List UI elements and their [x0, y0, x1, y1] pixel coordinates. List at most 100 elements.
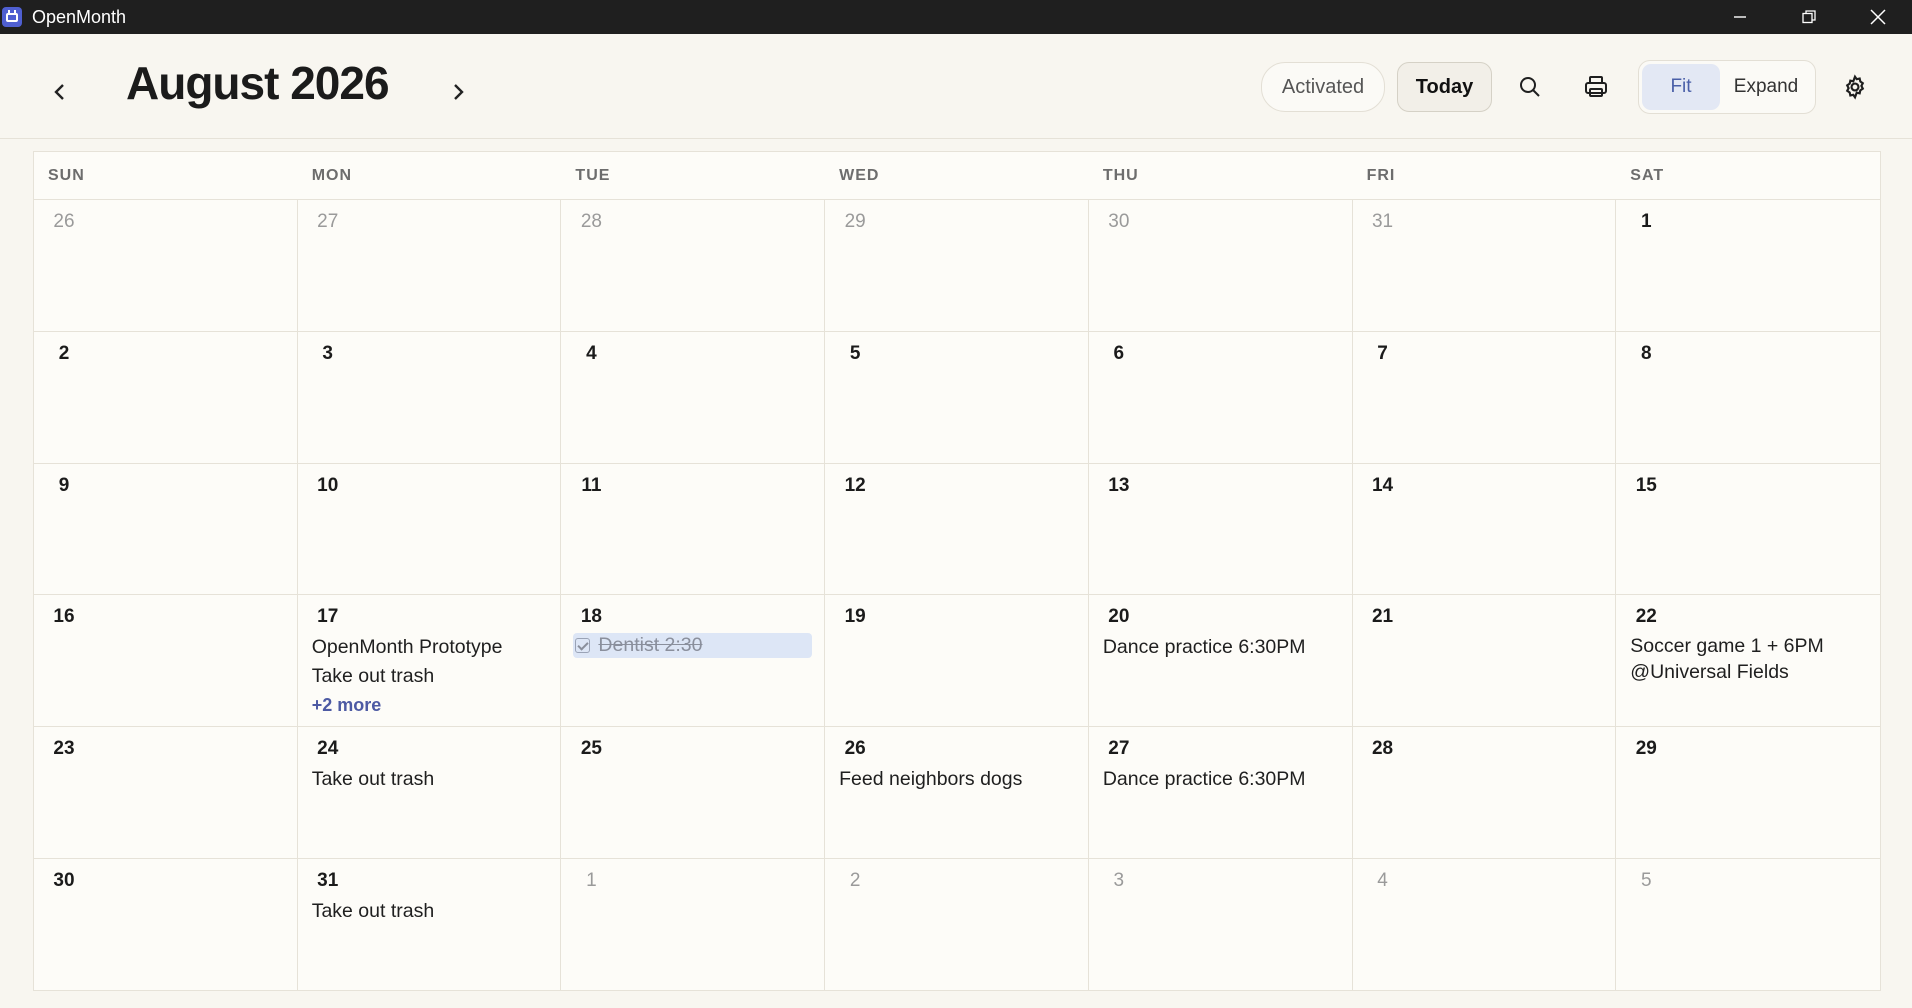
window-controls	[1705, 0, 1912, 34]
weekday-label: SAT	[1630, 166, 1665, 184]
search-button[interactable]	[1505, 62, 1555, 112]
event-list: Dentist 2:30	[573, 633, 813, 659]
day-cell[interactable]: 26 Feed neighbors dogs	[825, 727, 1089, 859]
event-list: Dance practice 6:30PM	[1101, 765, 1340, 794]
day-cell[interactable]: 2	[34, 331, 298, 463]
day-number: 4	[586, 342, 597, 364]
day-cell[interactable]: 8	[1616, 332, 1880, 463]
day-cell[interactable]: 10	[298, 463, 562, 595]
event-title: Soccer game 1 + 6PM @Universal Fields	[1630, 635, 1824, 684]
day-cell[interactable]: 3	[298, 331, 562, 463]
day-number: 18	[580, 606, 602, 628]
event-item[interactable]: Take out trash	[310, 765, 549, 794]
day-cell[interactable]: 30	[34, 859, 298, 991]
next-month-button[interactable]	[428, 62, 488, 122]
day-cell[interactable]: 3	[1089, 859, 1353, 991]
day-cell[interactable]: 31	[1353, 200, 1617, 331]
day-cell[interactable]: 20 Dance practice 6:30PM	[1089, 595, 1353, 727]
activated-button[interactable]: Activated	[1261, 62, 1385, 112]
minimize-icon	[1733, 16, 1746, 18]
fit-view-button[interactable]: Fit	[1642, 64, 1720, 110]
app-title: OpenMonth	[32, 6, 127, 27]
event-item[interactable]: OpenMonth Prototype	[310, 633, 549, 662]
day-cell[interactable]: 27	[298, 200, 562, 331]
day-cell[interactable]: 29	[825, 200, 1089, 331]
event-title: Feed neighbors dogs	[839, 768, 1023, 791]
settings-button[interactable]	[1830, 62, 1880, 112]
day-cell[interactable]: 26	[34, 200, 298, 331]
day-number: 30	[53, 870, 75, 892]
day-number: 31	[1371, 211, 1394, 232]
day-cell[interactable]: 17 OpenMonth Prototype Take out trash +2 mo…	[298, 595, 562, 727]
day-cell[interactable]: 27 Dance practice 6:30PM	[1089, 727, 1353, 859]
day-number: 16	[53, 606, 75, 628]
event-list: Take out trash	[310, 897, 549, 926]
weekday-label: MON	[311, 166, 353, 184]
event-item[interactable]: Soccer game 1 + 6PM @Universal Fields	[1628, 633, 1868, 685]
day-cell[interactable]: 13	[1089, 463, 1353, 595]
day-cell[interactable]: 1	[561, 859, 826, 991]
day-cell[interactable]: 18 Dentist 2:30	[561, 595, 826, 727]
day-cell[interactable]: 5	[1616, 859, 1880, 991]
event-item[interactable]: Dance practice 6:30PM	[1101, 633, 1340, 662]
completed-event[interactable]: Dentist 2:30	[573, 633, 813, 659]
chevron-right-icon	[454, 84, 464, 100]
previous-month-button[interactable]	[30, 62, 90, 122]
day-number: 27	[1108, 738, 1130, 760]
day-cell[interactable]: 28	[561, 200, 826, 331]
event-item[interactable]: Feed neighbors dogs	[837, 765, 1076, 794]
event-list: Take out trash	[310, 765, 549, 794]
minimize-button[interactable]	[1705, 0, 1774, 34]
week-row: 26 27 28 29 30 31 1	[34, 200, 1880, 332]
restore-button[interactable]	[1774, 0, 1843, 34]
day-cell[interactable]: 9	[34, 463, 298, 595]
event-item[interactable]: Take out trash	[310, 662, 549, 691]
checkbox-checked-icon[interactable]	[575, 638, 591, 654]
day-cell[interactable]: 28	[1353, 727, 1617, 859]
day-number: 29	[1635, 738, 1657, 760]
weekday-label: FRI	[1366, 166, 1396, 184]
day-cell[interactable]: 30	[1089, 200, 1353, 331]
day-cell[interactable]: 11	[561, 463, 826, 595]
day-cell[interactable]: 22 Soccer game 1 + 6PM @Universal Fields	[1616, 595, 1880, 726]
day-cell[interactable]: 16	[34, 595, 298, 727]
day-cell[interactable]: 31 Take out trash	[298, 859, 562, 991]
day-number: 14	[1371, 474, 1394, 496]
day-cell[interactable]: 6	[1089, 331, 1353, 463]
day-cell[interactable]: 29	[1616, 727, 1880, 858]
week-row: 23 24 Take out trash 25 26 Feed neighbors dog…	[34, 727, 1880, 860]
event-list: Feed neighbors dogs	[837, 765, 1076, 794]
day-cell[interactable]: 4	[1353, 859, 1617, 991]
day-cell[interactable]: 2	[825, 859, 1089, 991]
day-number: 1	[1640, 211, 1652, 232]
day-cell[interactable]: 5	[825, 331, 1089, 463]
day-number: 29	[844, 211, 866, 232]
day-number: 27	[317, 211, 339, 232]
expand-view-button[interactable]: Expand	[1720, 64, 1812, 110]
close-button[interactable]	[1843, 0, 1912, 34]
day-cell[interactable]: 23	[34, 727, 298, 859]
day-number: 17	[317, 606, 339, 628]
calendar-header: August 2026 Activated Today Fit Expand	[0, 34, 1912, 139]
day-cell[interactable]: 15	[1616, 464, 1880, 595]
day-cell[interactable]: 7	[1353, 331, 1617, 463]
day-cell[interactable]: 24 Take out trash	[298, 727, 562, 859]
day-cell[interactable]: 25	[561, 727, 826, 859]
print-button[interactable]	[1571, 62, 1621, 112]
today-button[interactable]: Today	[1397, 62, 1492, 112]
event-item[interactable]: Take out trash	[310, 897, 549, 926]
day-number: 30	[1108, 211, 1130, 232]
event-list: Soccer game 1 + 6PM @Universal Fields	[1628, 633, 1868, 685]
day-cell[interactable]: 12	[825, 463, 1089, 595]
weekday-header-row: SUN MON TUE WED THU FRI SAT	[34, 152, 1880, 200]
gear-icon	[1845, 74, 1865, 100]
day-cell[interactable]: 21	[1353, 595, 1617, 727]
event-title: OpenMonth Prototype	[311, 636, 503, 659]
more-events-link[interactable]: +2 more	[310, 691, 549, 719]
day-cell[interactable]: 19	[825, 595, 1089, 727]
day-cell[interactable]: 1	[1616, 200, 1880, 331]
event-item[interactable]: Dance practice 6:30PM	[1101, 765, 1340, 794]
day-cell[interactable]: 4	[561, 331, 826, 463]
weekday-label: SUN	[48, 166, 85, 184]
day-cell[interactable]: 14	[1353, 463, 1617, 595]
